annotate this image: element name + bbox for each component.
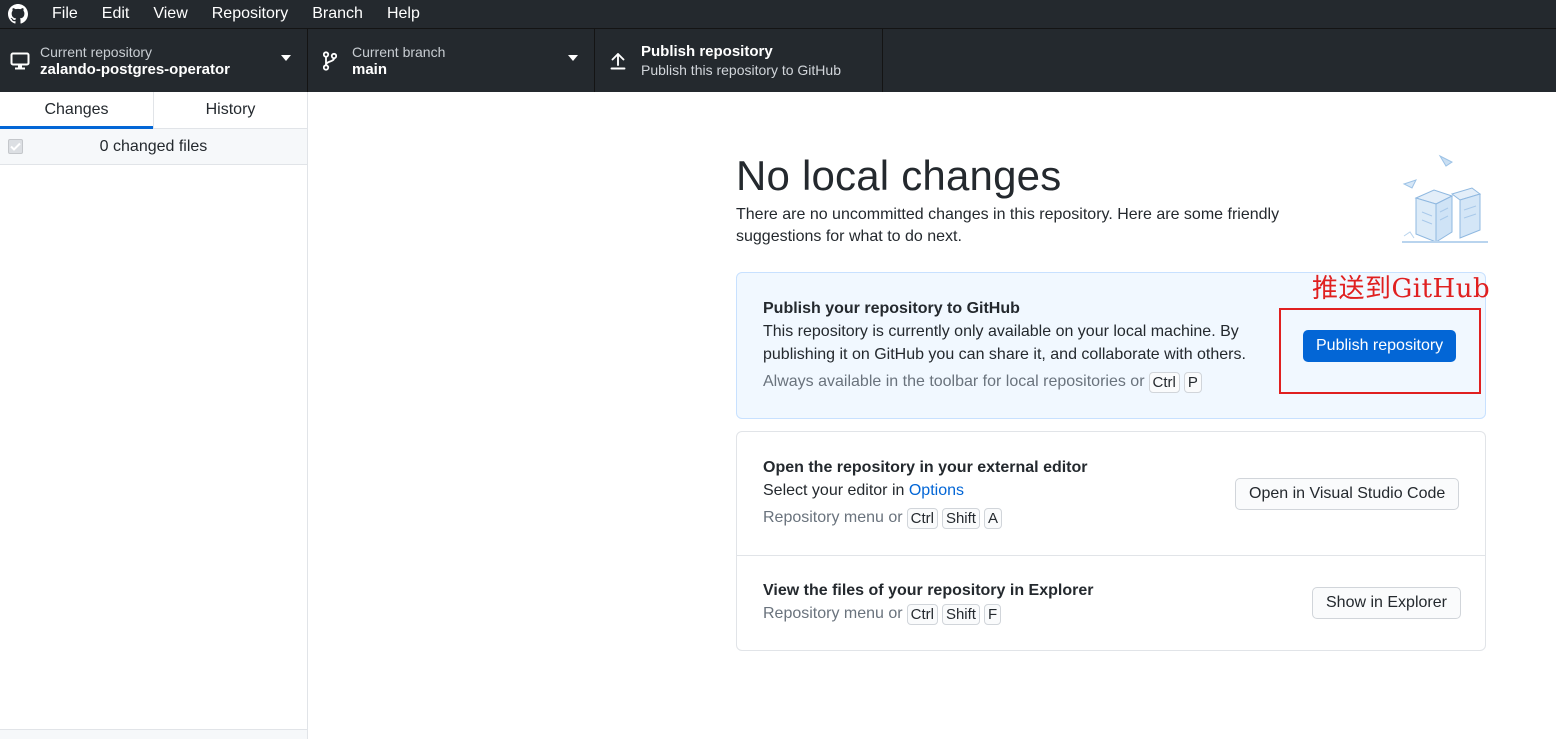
publish-toolbar-title: Publish repository <box>641 42 773 60</box>
menu-edit[interactable]: Edit <box>90 0 142 28</box>
menu-view[interactable]: View <box>141 0 199 28</box>
page-subtitle: There are no uncommitted changes in this… <box>736 206 1280 245</box>
open-editor-title: Open the repository in your external edi… <box>763 459 1088 476</box>
shortcut-key-f: F <box>983 603 1002 625</box>
empty-state-illustration <box>1396 150 1492 250</box>
changed-files-count: 0 changed files <box>99 137 208 155</box>
main-content: No local changes There are no uncommitte… <box>308 92 1556 739</box>
publish-card-hint-text: Always available in the toolbar for loca… <box>763 373 1145 390</box>
menu-repository[interactable]: Repository <box>200 0 300 28</box>
shortcut-key-p: P <box>1183 371 1202 393</box>
current-branch-dropdown[interactable]: Current branch main <box>308 29 595 92</box>
menu-help[interactable]: Help <box>375 0 432 28</box>
github-logo-icon <box>0 0 36 28</box>
open-editor-hint-text: Repository menu or <box>763 509 903 526</box>
shortcut-key-ctrl: Ctrl <box>906 603 938 625</box>
page-title: No local changes <box>736 152 1062 199</box>
shortcut-key-shift: Shift <box>941 507 980 529</box>
git-branch-icon <box>308 50 352 71</box>
tab-changes[interactable]: Changes <box>0 92 154 129</box>
open-editor-row: Open the repository in your external edi… <box>737 432 1485 555</box>
shortcut-key-ctrl: Ctrl <box>906 507 938 529</box>
open-editor-description-text: Select your editor in <box>763 482 905 499</box>
current-branch-label: Current branch <box>352 43 446 60</box>
current-repository-dropdown[interactable]: Current repository zalando-postgres-oper… <box>0 29 308 92</box>
current-branch-name: main <box>352 60 388 78</box>
shortcut-key-ctrl: Ctrl <box>1148 371 1180 393</box>
sidebar-footer <box>0 729 307 739</box>
upload-arrow-icon <box>595 52 641 70</box>
tab-history[interactable]: History <box>154 92 307 128</box>
current-repository-label: Current repository <box>40 43 153 60</box>
current-repository-name: zalando-postgres-operator <box>40 60 231 78</box>
show-explorer-hint-text: Repository menu or <box>763 605 903 622</box>
shortcut-key-a: A <box>983 507 1002 529</box>
chevron-down-icon <box>281 55 291 61</box>
menu-bar: File Edit View Repository Branch Help <box>0 0 1556 28</box>
show-in-explorer-button[interactable]: Show in Explorer <box>1312 587 1461 619</box>
menu-branch[interactable]: Branch <box>300 0 375 28</box>
publish-card-description: This repository is currently only availa… <box>763 323 1246 363</box>
sidebar: Changes History 0 changed files <box>0 92 308 739</box>
sidebar-tabs: Changes History <box>0 92 307 129</box>
suggestions-card: Open the repository in your external edi… <box>736 431 1486 651</box>
monitor-icon <box>0 52 40 70</box>
menu-file[interactable]: File <box>36 0 90 28</box>
publish-repository-toolbar-button[interactable]: Publish repository Publish this reposito… <box>595 29 883 92</box>
changes-list-header: 0 changed files <box>0 129 307 165</box>
open-in-vscode-button[interactable]: Open in Visual Studio Code <box>1235 478 1460 510</box>
select-all-checkbox[interactable] <box>8 139 23 154</box>
toolbar: Current repository zalando-postgres-oper… <box>0 28 1556 92</box>
annotation-highlight-box <box>1279 308 1481 394</box>
annotation-label: 推送到GitHub <box>1312 274 1491 304</box>
show-explorer-row: View the files of your repository in Exp… <box>737 556 1485 652</box>
chevron-down-icon <box>568 55 578 61</box>
shortcut-key-shift: Shift <box>941 603 980 625</box>
publish-toolbar-subtitle: Publish this repository to GitHub <box>641 61 841 78</box>
options-link[interactable]: Options <box>909 482 964 499</box>
